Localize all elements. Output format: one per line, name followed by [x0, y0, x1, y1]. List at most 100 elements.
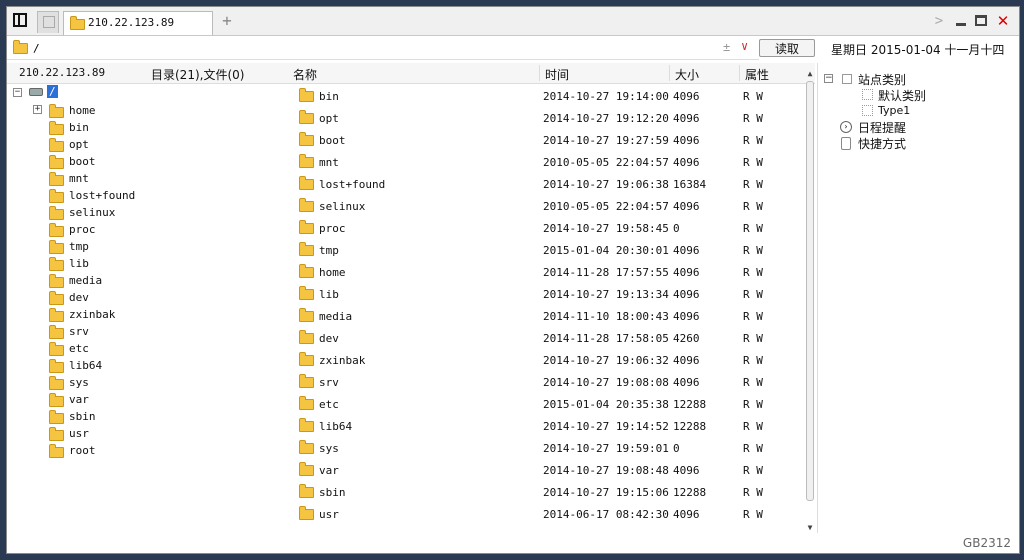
file-name: media	[319, 310, 353, 323]
file-row[interactable]: media 2014-11-10 18:00:43 4096 R W	[289, 305, 803, 327]
file-attr: R W	[743, 134, 763, 147]
encoding-label[interactable]: GB2312	[963, 536, 1011, 550]
file-row[interactable]: sbin 2014-10-27 19:15:06 12288 R W	[289, 481, 803, 503]
close-icon[interactable]: ✕	[995, 13, 1011, 29]
add-tab-button[interactable]: +	[217, 13, 237, 31]
maximize-icon[interactable]	[973, 13, 989, 29]
folder-icon	[299, 88, 314, 102]
folder-icon	[299, 462, 314, 476]
file-row[interactable]: opt 2014-10-27 19:12:20 4096 R W	[289, 107, 803, 129]
tree-node[interactable]: boot	[49, 154, 169, 171]
tree-node[interactable]: bin	[49, 120, 169, 137]
file-row[interactable]: usr 2014-06-17 08:42:30 4096 R W	[289, 503, 803, 525]
file-row[interactable]: tmp 2015-01-04 20:30:01 4096 R W	[289, 239, 803, 261]
type1-label: Type1	[878, 104, 911, 117]
scroll-up-icon[interactable]: ▲	[805, 69, 815, 79]
site-category-label: 站点类别	[858, 73, 907, 87]
file-row[interactable]: boot 2014-10-27 19:27:59 4096 R W	[289, 129, 803, 151]
tree-node[interactable]: mnt	[49, 171, 169, 188]
file-row[interactable]: zxinbak 2014-10-27 19:06:32 4096 R W	[289, 349, 803, 371]
file-time: 2014-11-28 17:58:05	[543, 332, 669, 345]
tree-root[interactable]: − /	[7, 85, 87, 102]
tree-node[interactable]: sys	[49, 375, 169, 392]
file-size: 0	[673, 442, 680, 455]
tree-node[interactable]: dev	[49, 290, 169, 307]
lunar-date: 十一月十四	[944, 43, 1005, 57]
file-attr: R W	[743, 420, 763, 433]
collapse-icon[interactable]: −	[13, 88, 22, 97]
scroll-thumb[interactable]	[806, 81, 814, 501]
folder-icon	[299, 264, 314, 278]
tree-node[interactable]: home	[49, 103, 169, 120]
file-row[interactable]: lib 2014-10-27 19:13:34 4096 R W	[289, 283, 803, 305]
path-input[interactable]	[33, 40, 713, 56]
file-row[interactable]: proc 2014-10-27 19:58:45 0 R W	[289, 217, 803, 239]
file-row[interactable]: lost+found 2014-10-27 19:06:38 16384 R W	[289, 173, 803, 195]
file-row[interactable]: dev 2014-11-28 17:58:05 4260 R W	[289, 327, 803, 349]
file-row[interactable]: selinux 2010-05-05 22:04:57 4096 R W	[289, 195, 803, 217]
file-list-scrollbar[interactable]: ▲ ▼	[805, 69, 815, 533]
tree-node-label: lib	[69, 257, 89, 270]
col-size[interactable]: 大小	[675, 66, 699, 83]
file-row[interactable]: etc 2015-01-04 20:35:38 12288 R W	[289, 393, 803, 415]
file-name: dev	[319, 332, 339, 345]
tree-node[interactable]: root	[49, 443, 169, 460]
file-row[interactable]: var 2014-10-27 19:08:48 4096 R W	[289, 459, 803, 481]
col-attr[interactable]: 属性	[745, 66, 769, 83]
scroll-down-icon[interactable]: ▼	[805, 523, 815, 533]
column-divider[interactable]	[539, 65, 540, 81]
file-size: 4096	[673, 200, 700, 213]
col-name[interactable]: 名称	[293, 66, 317, 83]
expand-icon[interactable]: +	[33, 105, 42, 114]
tree-node[interactable]: sbin	[49, 409, 169, 426]
chevron-right-icon[interactable]: >	[931, 13, 947, 29]
folder-icon	[299, 176, 314, 190]
tree-node[interactable]: zxinbak	[49, 307, 169, 324]
file-attr: R W	[743, 354, 763, 367]
tree-node[interactable]: opt	[49, 137, 169, 154]
read-button[interactable]: 读取	[759, 39, 815, 57]
file-time: 2014-10-27 19:58:45	[543, 222, 669, 235]
tree-node[interactable]: srv	[49, 324, 169, 341]
tab-connection[interactable]: 210.22.123.89	[63, 11, 213, 35]
file-row[interactable]: srv 2014-10-27 19:08:08 4096 R W	[289, 371, 803, 393]
tab-blank[interactable]	[37, 11, 59, 33]
file-row[interactable]: bin 2014-10-27 19:14:00 4096 R W	[289, 85, 803, 107]
file-size: 4096	[673, 244, 700, 257]
collapse-icon[interactable]: −	[824, 74, 833, 83]
file-time: 2014-11-10 18:00:43	[543, 310, 669, 323]
folder-icon	[49, 189, 64, 203]
tree-node[interactable]: media	[49, 273, 169, 290]
file-row[interactable]: mnt 2010-05-05 22:04:57 4096 R W	[289, 151, 803, 173]
file-time: 2014-10-27 19:59:01	[543, 442, 669, 455]
file-attr: R W	[743, 222, 763, 235]
tree-node[interactable]: lib	[49, 256, 169, 273]
tree-node-label: selinux	[69, 206, 116, 219]
file-row[interactable]: home 2014-11-28 17:57:55 4096 R W	[289, 261, 803, 283]
chevron-down-icon[interactable]: ∨	[741, 39, 748, 53]
sidebar-toggle-icon[interactable]	[11, 12, 31, 30]
title-bar: 210.22.123.89 + > ✕	[7, 7, 1019, 36]
tree-node[interactable]: lib64	[49, 358, 169, 375]
col-time[interactable]: 时间	[545, 66, 569, 83]
minimize-icon[interactable]	[953, 13, 969, 29]
tree-node[interactable]: selinux	[49, 205, 169, 222]
sort-icon[interactable]: ±	[723, 40, 730, 54]
tree-node[interactable]: usr	[49, 426, 169, 443]
folder-icon	[49, 376, 64, 390]
tree-node[interactable]: etc	[49, 341, 169, 358]
column-divider[interactable]	[669, 65, 670, 81]
tree-node[interactable]: tmp	[49, 239, 169, 256]
tree-node-label: mnt	[69, 172, 89, 185]
column-divider[interactable]	[739, 65, 740, 81]
tree-root-label: /	[47, 85, 58, 98]
folder-icon	[49, 427, 64, 441]
tree-node[interactable]: var	[49, 392, 169, 409]
file-row[interactable]: sys 2014-10-27 19:59:01 0 R W	[289, 437, 803, 459]
tree-node[interactable]: lost+found	[49, 188, 169, 205]
file-name: sbin	[319, 486, 346, 499]
path-bar: ± ∨	[7, 37, 759, 60]
tree-node-label: dev	[69, 291, 89, 304]
file-row[interactable]: lib64 2014-10-27 19:14:52 12288 R W	[289, 415, 803, 437]
tree-node[interactable]: proc	[49, 222, 169, 239]
